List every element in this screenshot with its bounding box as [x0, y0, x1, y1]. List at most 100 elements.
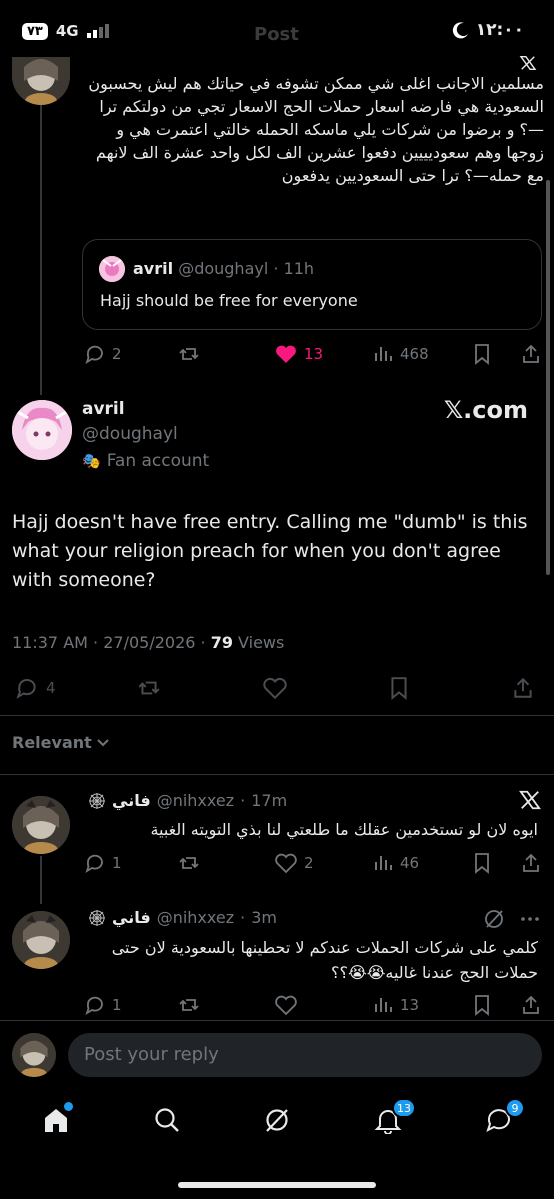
- reply-actions: 1 13: [84, 993, 544, 1017]
- embedded-quote-card[interactable]: avril @doughayl · 11h Hajj should be fre…: [82, 239, 542, 330]
- thread-line: [40, 856, 42, 904]
- grok-icon: [263, 1106, 291, 1134]
- reply-count: 2: [112, 345, 122, 363]
- share-button[interactable]: [520, 852, 542, 874]
- embedded-time: 11h: [283, 259, 315, 278]
- scrollbar[interactable]: [546, 180, 550, 575]
- grok-icon[interactable]: [483, 908, 505, 930]
- share-button[interactable]: [511, 676, 535, 700]
- avatar[interactable]: [12, 1033, 56, 1077]
- reply-count: 1: [112, 854, 122, 872]
- reply-button[interactable]: 1: [84, 852, 122, 874]
- reply-author-name[interactable]: فاني: [112, 908, 151, 927]
- share-icon: [520, 343, 542, 365]
- relevant-label: Relevant: [12, 733, 92, 752]
- relevant-sort-toggle[interactable]: Relevant: [12, 733, 110, 752]
- reply-input[interactable]: Post your reply: [68, 1033, 542, 1077]
- avatar: [99, 256, 125, 282]
- nav-grok[interactable]: [263, 1106, 291, 1134]
- reply-count: 1: [112, 996, 122, 1014]
- analytics-icon: [372, 343, 394, 365]
- badge-text: Fan account: [106, 451, 210, 471]
- repost-button[interactable]: [136, 676, 162, 700]
- chevron-down-icon: [96, 738, 110, 748]
- heart-icon: [262, 676, 288, 700]
- quoted-post-text: مسلمين الاجانب اغلى شي ممكن تشوفه في حيا…: [88, 74, 544, 185]
- embedded-author-handle: @doughayl: [178, 259, 269, 278]
- divider: [0, 715, 554, 716]
- search-icon: [153, 1106, 181, 1134]
- share-icon: [520, 994, 542, 1016]
- avatar[interactable]: [12, 911, 70, 969]
- reply-header: فاني @nihxxez · 3m: [88, 908, 277, 927]
- reply-count: 4: [46, 679, 56, 697]
- like-count: 13: [304, 345, 324, 363]
- embedded-text: Hajj should be free for everyone: [100, 291, 358, 310]
- avatar[interactable]: [12, 400, 72, 460]
- views-button[interactable]: 46: [372, 852, 419, 874]
- share-button[interactable]: [520, 994, 542, 1016]
- reply-author-name[interactable]: فاني: [112, 791, 151, 810]
- bookmark-button[interactable]: [472, 994, 492, 1016]
- view-count: 468: [400, 345, 429, 363]
- mask-icon: 🎭: [82, 452, 101, 470]
- clock: ١٢:٠٠: [475, 20, 524, 40]
- notifications-badge: 13: [392, 1098, 416, 1118]
- spiderweb-icon: [88, 909, 106, 927]
- author-name[interactable]: avril: [82, 399, 125, 419]
- bookmark-button[interactable]: [472, 852, 492, 874]
- view-count: 13: [400, 996, 420, 1014]
- bookmark-icon: [472, 343, 492, 365]
- embedded-author-name: avril: [133, 259, 174, 278]
- reply-author-handle[interactable]: @nihxxez: [157, 908, 234, 927]
- bookmark-button[interactable]: [472, 343, 492, 365]
- reply-actions: 1 2 46: [84, 851, 544, 875]
- post-timestamp: 11:37 AM · 27/05/2026 · 79 Views: [12, 633, 284, 652]
- divider: [0, 774, 554, 775]
- reply-text: كلمي على شركات الحملات عندكم لا تحطينها …: [111, 938, 538, 982]
- like-button[interactable]: [262, 676, 288, 700]
- more-options-icon[interactable]: [519, 908, 541, 930]
- reply-author-handle[interactable]: @nihxxez: [157, 791, 234, 810]
- analytics-icon: [372, 852, 394, 874]
- nav-messages[interactable]: 9: [485, 1098, 525, 1134]
- x-logo-icon: [519, 790, 541, 810]
- share-button[interactable]: [520, 343, 542, 365]
- author-handle[interactable]: @doughayl: [82, 424, 178, 444]
- like-button[interactable]: 13: [274, 343, 323, 365]
- reply-text: ايوه لان لو تستخدمين عقلك ما طلعتي لنا ب…: [150, 820, 538, 839]
- reply-icon: [84, 343, 106, 365]
- main-post-text: Hajj doesn't have free entry. Calling me…: [12, 511, 528, 591]
- views-button[interactable]: 468: [372, 343, 429, 365]
- reply-button[interactable]: 1: [84, 994, 122, 1016]
- repost-button[interactable]: [178, 343, 200, 365]
- reply-header: فاني @nihxxez · 17m: [88, 791, 287, 810]
- repost-icon: [178, 994, 200, 1016]
- quoted-post-actions: 2 13 468: [84, 342, 544, 366]
- bookmark-button[interactable]: [388, 676, 410, 700]
- views-button[interactable]: 13: [372, 994, 419, 1016]
- avatar[interactable]: [12, 57, 70, 105]
- reply-button[interactable]: 2: [84, 343, 122, 365]
- main-post-actions: 4: [14, 675, 538, 701]
- views-label: Views: [232, 633, 285, 652]
- home-indicator: [178, 1182, 376, 1188]
- header-title: Post: [254, 24, 299, 45]
- repost-icon: [178, 852, 200, 874]
- like-button[interactable]: [274, 994, 298, 1016]
- nav-notifications[interactable]: 13: [374, 1098, 416, 1134]
- home-notification-dot: [64, 1102, 73, 1111]
- reply-button[interactable]: 4: [14, 676, 56, 700]
- nav-home[interactable]: [42, 1102, 73, 1134]
- views-count: 79: [210, 633, 233, 652]
- repost-button[interactable]: [178, 852, 200, 874]
- like-button[interactable]: 2: [274, 852, 314, 874]
- analytics-icon: [372, 994, 394, 1016]
- status-bar-right: ١٢:٠٠: [452, 20, 524, 40]
- avatar[interactable]: [12, 796, 70, 854]
- repost-icon: [136, 676, 162, 700]
- reply-time: 3m: [251, 908, 277, 927]
- repost-button[interactable]: [178, 994, 200, 1016]
- nav-search[interactable]: [153, 1106, 181, 1134]
- bookmark-icon: [472, 994, 492, 1016]
